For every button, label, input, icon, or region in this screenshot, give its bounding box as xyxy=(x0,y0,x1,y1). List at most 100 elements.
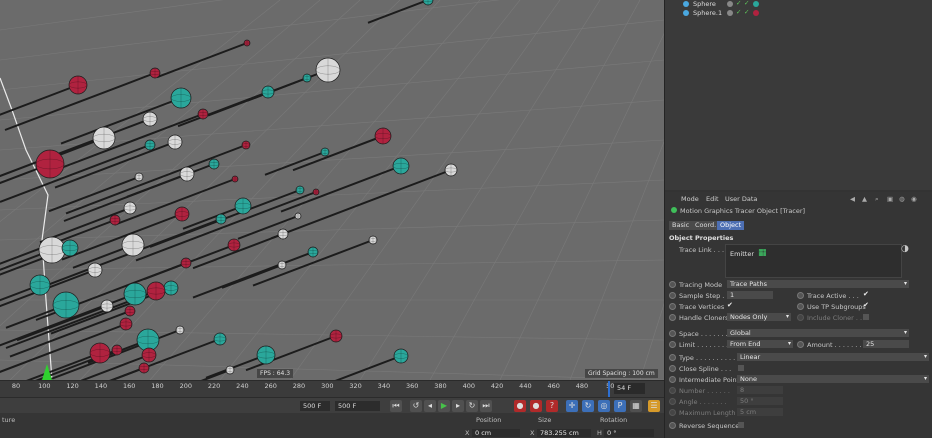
keyframe-selection-icon[interactable]: ? xyxy=(546,400,558,412)
space-dropdown[interactable]: Global ▾ xyxy=(727,329,909,337)
trace-vertices-radio[interactable] xyxy=(669,303,676,310)
intermediate-radio[interactable] xyxy=(669,376,676,383)
timeline-menu-icon[interactable]: ☰ xyxy=(648,400,660,412)
timeline-tick: 200 xyxy=(179,382,193,390)
amount-field[interactable]: 25 xyxy=(863,340,909,348)
new-panel-icon[interactable]: ◍ xyxy=(899,195,905,203)
use-tp-radio[interactable] xyxy=(797,303,804,310)
angle-radio[interactable] xyxy=(669,398,676,405)
go-to-end-icon[interactable]: ⏭ xyxy=(480,400,492,412)
space-label: Space . . . . . . . xyxy=(679,330,728,338)
go-to-start-icon[interactable]: ⏮ xyxy=(390,400,402,412)
max-length-radio[interactable] xyxy=(669,409,676,416)
prev-frame-icon[interactable]: ◂ xyxy=(424,400,436,412)
trace-vertices-checkbox[interactable]: ✔ xyxy=(727,301,733,309)
trace-path xyxy=(60,97,182,145)
settings-icon[interactable]: ◉ xyxy=(911,195,917,203)
menu-user-data[interactable]: User Data xyxy=(725,195,757,203)
end-frame-field[interactable]: 500 F xyxy=(335,401,380,411)
use-tp-checkbox[interactable]: ✔ xyxy=(863,301,869,309)
pla-key-icon[interactable]: ▦ xyxy=(630,400,642,412)
x-size-field[interactable]: 783.255 cm xyxy=(537,429,591,437)
limit-dropdown[interactable]: From End ▾ xyxy=(727,340,793,348)
max-length-field[interactable]: 5 cm xyxy=(737,408,783,416)
timeline-ruler[interactable]: 80 100 120 140 160 180 200 220 240 260 280 300 320 34… xyxy=(0,380,664,398)
intermediate-dropdown[interactable]: None ▾ xyxy=(737,375,929,383)
h-rotation-field[interactable]: 0 ° xyxy=(604,429,654,437)
up-arrow-icon[interactable]: ▲ xyxy=(862,195,867,203)
tab-coord[interactable]: Coord. xyxy=(692,221,720,230)
number-radio[interactable] xyxy=(669,387,676,394)
space-radio[interactable] xyxy=(669,330,676,337)
reverse-sequence-checkbox[interactable] xyxy=(738,422,744,428)
visible-check-icon[interactable]: ✓ xyxy=(736,0,741,7)
tab-basic[interactable]: Basic xyxy=(669,221,693,230)
next-frame-icon[interactable]: ▸ xyxy=(452,400,464,412)
viewport-3d[interactable]: FPS : 64.3 Grid Spacing : 100 cm xyxy=(0,0,664,380)
trace-link-list[interactable]: Emitter ▦ xyxy=(725,244,902,278)
number-field[interactable]: 8 xyxy=(737,386,783,394)
limit-radio[interactable] xyxy=(669,341,676,348)
menu-mode[interactable]: Mode xyxy=(681,195,699,203)
rotate-key-icon[interactable]: ↻ xyxy=(582,400,594,412)
include-cloner-radio[interactable] xyxy=(797,314,804,321)
preview-end-field[interactable]: 500 F xyxy=(300,401,330,411)
tracing-mode-radio[interactable] xyxy=(669,281,676,288)
tracing-mode-dropdown[interactable]: Trace Paths ▾ xyxy=(727,280,909,288)
material-tag-icon[interactable] xyxy=(753,10,759,16)
autokey-icon[interactable]: ● xyxy=(530,400,542,412)
angle-label: Angle . . . . . . . xyxy=(679,398,727,406)
enabled-check-icon[interactable]: ✓ xyxy=(744,0,749,7)
lock-icon[interactable]: ▣ xyxy=(887,195,893,203)
angle-field[interactable]: 50 ° xyxy=(737,397,783,405)
rotation-header: Rotation xyxy=(600,416,628,424)
trace-active-checkbox[interactable]: ✔ xyxy=(863,290,869,298)
link-target-icon[interactable]: ◑ xyxy=(901,244,909,254)
close-spline-checkbox[interactable] xyxy=(738,365,744,371)
timeline-tick: 260 xyxy=(264,382,277,390)
emitter-icon: ▦ xyxy=(758,248,767,258)
back-arrow-icon[interactable]: ◀ xyxy=(850,195,855,203)
object-row-sphere1[interactable]: Sphere.1 ✓ ✓ xyxy=(665,8,765,18)
move-key-icon[interactable]: ✛ xyxy=(566,400,578,412)
include-cloner-checkbox[interactable] xyxy=(863,314,869,320)
param-key-icon[interactable]: P xyxy=(614,400,626,412)
record-icon[interactable]: ● xyxy=(514,400,526,412)
enabled-check-icon[interactable]: ✓ xyxy=(744,8,749,16)
scale-key-icon[interactable]: ◎ xyxy=(598,400,610,412)
handle-cloners-radio[interactable] xyxy=(669,314,676,321)
amount-radio[interactable] xyxy=(797,341,804,348)
attribute-manager: Mode Edit User Data ◀ ▲ ⌕ ▣ ◍ ◉ Motion G… xyxy=(665,192,932,438)
visible-check-icon[interactable]: ✓ xyxy=(736,8,741,16)
trace-link-item[interactable]: Emitter xyxy=(730,250,754,258)
timeline-playhead[interactable] xyxy=(608,381,610,398)
intermediate-label: Intermediate Points xyxy=(679,376,743,384)
max-length-label: Maximum Length . xyxy=(679,409,740,417)
h-rotation-label: H xyxy=(597,429,602,437)
tab-object[interactable]: Object xyxy=(717,221,745,230)
close-spline-radio[interactable] xyxy=(669,365,676,372)
material-tag-icon[interactable] xyxy=(753,1,759,7)
type-radio[interactable] xyxy=(669,354,676,361)
reverse-sequence-label: Reverse Sequence xyxy=(679,422,740,430)
trace-link-label: Trace Link . . . xyxy=(679,246,725,254)
sample-step-radio[interactable] xyxy=(669,292,676,299)
current-frame-label: 54 F xyxy=(614,383,645,394)
close-spline-label: Close Spline . . . xyxy=(679,365,732,373)
play-icon[interactable]: ▶ xyxy=(438,400,450,412)
object-row-sphere[interactable]: Sphere ✓ ✓ xyxy=(665,0,765,9)
sample-step-field[interactable]: 1 xyxy=(727,291,773,299)
handle-cloners-dropdown[interactable]: Nodes Only ▾ xyxy=(727,313,791,321)
timeline-tick: 380 xyxy=(434,382,447,390)
include-cloner-label: Include Cloner . . xyxy=(807,314,863,322)
search-icon[interactable]: ⌕ xyxy=(875,195,879,204)
trace-active-label: Trace Active . . . xyxy=(807,292,859,300)
timeline-tick: 460 xyxy=(547,382,560,390)
menu-edit[interactable]: Edit xyxy=(706,195,719,203)
trace-active-radio[interactable] xyxy=(797,292,804,299)
type-dropdown[interactable]: Linear ▾ xyxy=(737,353,929,361)
next-key-icon[interactable]: ↻ xyxy=(466,400,478,412)
reverse-radio[interactable] xyxy=(669,422,676,429)
prev-key-icon[interactable]: ↺ xyxy=(410,400,422,412)
x-position-field[interactable]: 0 cm xyxy=(472,429,520,437)
